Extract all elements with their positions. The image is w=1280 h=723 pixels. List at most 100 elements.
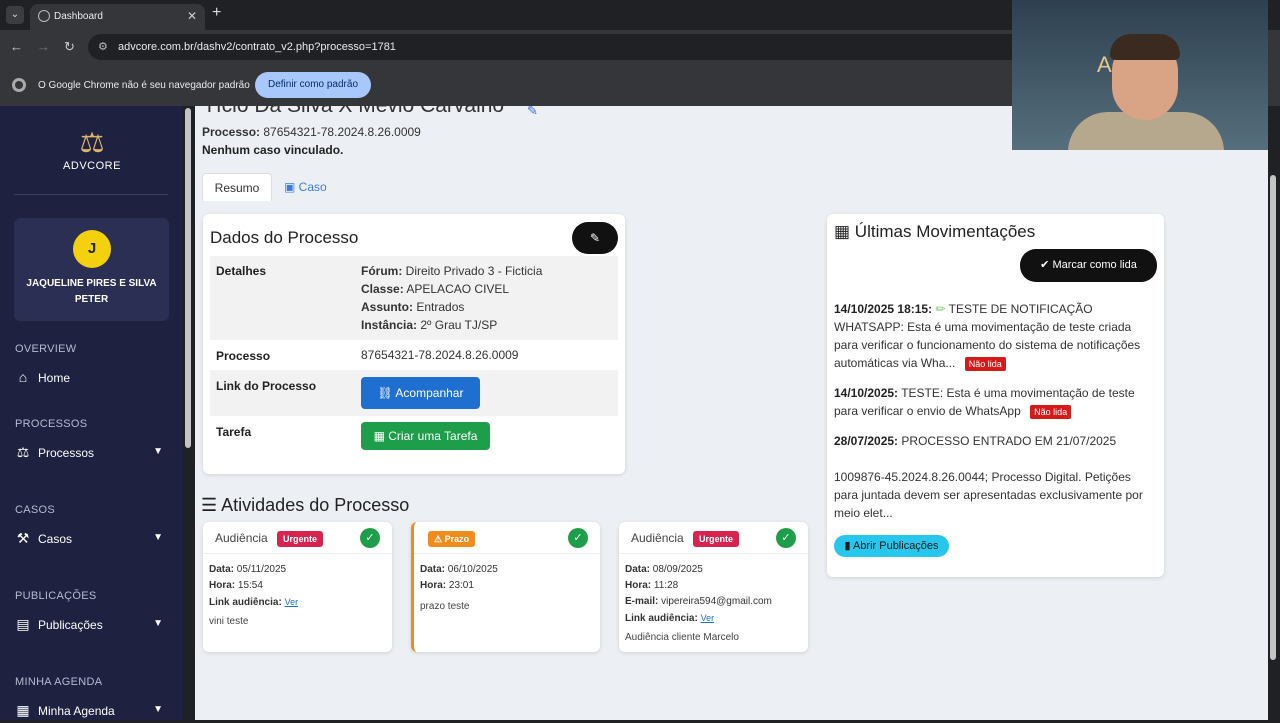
hora-value: 11:28 xyxy=(653,580,679,591)
check-icon[interactable]: ✓ xyxy=(360,528,380,548)
sidebar-item-casos[interactable]: ⚒ Casos ▼ xyxy=(14,527,169,551)
back-icon[interactable]: ← xyxy=(10,39,23,54)
section-agenda: MINHA AGENDA xyxy=(15,676,103,688)
row-processo: Processo 87654321-78.2024.8.26.0009 xyxy=(210,340,618,370)
main-scrollbar[interactable] xyxy=(1270,175,1276,660)
detalhes-value: Fórum: Direito Privado 3 - Ficticia Clas… xyxy=(361,262,542,334)
person-hair xyxy=(1110,34,1180,60)
sidebar-item-processos[interactable]: ⚖ Processos ▼ xyxy=(14,441,169,465)
atividade-header: ⚠ Prazo ✓ xyxy=(414,522,600,554)
sidebar-item-home[interactable]: ⌂ Home xyxy=(14,366,169,390)
user-card: J JAQUELINE PIRES E SILVA PETER xyxy=(14,218,169,321)
calendar-icon: ▦ xyxy=(834,222,855,241)
marcar-como-lida-button[interactable]: ✔ Marcar como lida xyxy=(1020,249,1157,282)
data-value: 05/11/2025 xyxy=(236,564,287,575)
atividade-note: vini teste xyxy=(209,616,249,627)
warning-icon: ⚠ xyxy=(434,534,445,544)
globe-icon xyxy=(38,10,50,22)
chevron-down-icon: ▼ xyxy=(153,532,163,543)
atividade-type: Audiência xyxy=(631,531,684,545)
email-label: E-mail: xyxy=(625,596,659,607)
pencil-icon: ✏ xyxy=(935,302,946,316)
edit-title-icon[interactable]: ✎ xyxy=(527,106,538,119)
atividade-type: Audiência xyxy=(215,531,268,545)
atividade-body: Data: 06/10/2025 Hora: 23:01 xyxy=(420,562,498,594)
atividade-body: Data: 08/09/2025 Hora: 11:28 E-mail: vip… xyxy=(625,562,772,627)
urgente-badge: Urgente xyxy=(277,531,324,547)
sidebar-item-label: Home xyxy=(38,371,71,385)
hora-label: Hora: xyxy=(420,580,447,591)
set-default-button[interactable]: Definir como padrão xyxy=(255,72,371,98)
check-icon[interactable]: ✓ xyxy=(568,528,588,548)
atividade-card[interactable]: ⚠ Prazo ✓ Data: 06/10/2025 Hora: 23:01 p… xyxy=(411,522,600,652)
sidebar-scrollbar[interactable] xyxy=(185,108,191,448)
forum-label: Fórum: xyxy=(361,264,403,278)
processo-line: Processo: 87654321-78.2024.8.26.0009 xyxy=(202,125,421,139)
tarefa-label: Tarefa xyxy=(216,425,252,439)
chrome-icon xyxy=(12,78,26,92)
data-label: Data: xyxy=(625,564,651,575)
page-title: Tício Da Silva X Mévio Carvalho xyxy=(203,106,504,118)
acompanhar-button[interactable]: ⛓ Acompanhar xyxy=(361,377,480,409)
assunto-label: Assunto: xyxy=(361,300,413,314)
data-value: 06/10/2025 xyxy=(447,564,498,575)
close-tab-icon[interactable]: ✕ xyxy=(187,9,197,23)
calendar-icon: ▦ xyxy=(16,702,30,718)
reload-icon[interactable]: ↻ xyxy=(64,39,75,55)
sidebar-item-agenda[interactable]: ▦ Minha Agenda ▼ xyxy=(14,699,169,723)
tab-caso[interactable]: ▣ Caso xyxy=(284,173,354,201)
avatar[interactable]: J xyxy=(73,230,111,268)
atividade-body: Data: 05/11/2025 Hora: 15:54 Link audiên… xyxy=(209,562,298,611)
site-info-icon[interactable]: ⚙ xyxy=(98,40,108,53)
ver-link[interactable]: Ver xyxy=(285,597,299,607)
ver-link[interactable]: Ver xyxy=(701,613,715,623)
new-tab-button[interactable]: + xyxy=(212,4,221,22)
detalhes-label: Detalhes xyxy=(216,264,267,278)
prazo-badge: ⚠ Prazo xyxy=(428,531,476,547)
instancia-value: 2º Grau TJ/SP xyxy=(420,318,498,332)
forum-value: Direito Privado 3 - Ficticia xyxy=(405,264,543,278)
atividade-header: Audiência Urgente ✓ xyxy=(203,522,392,554)
abrir-publicacoes-label: Abrir Publicações xyxy=(852,540,939,552)
atividade-note: Audiência cliente Marcelo xyxy=(625,632,739,643)
browser-tab[interactable]: Dashboard ✕ xyxy=(30,4,205,30)
book-icon: ▮ xyxy=(844,540,853,552)
list-check-icon: ☰ xyxy=(201,495,222,515)
logo-text: ADVCORE xyxy=(63,160,121,172)
chevron-down-icon: ▼ xyxy=(153,704,163,715)
abrir-publicacoes-button[interactable]: ▮ Abrir Publicações xyxy=(834,535,949,557)
sidebar-item-label: Publicações xyxy=(38,618,103,632)
atividade-card[interactable]: Audiência Urgente ✓ Data: 08/09/2025 Hor… xyxy=(619,522,808,652)
processo-row-value: 87654321-78.2024.8.26.0009 xyxy=(361,348,519,362)
movimentacao-item: 14/10/2025: TESTE: Esta é uma movimentaç… xyxy=(834,384,1154,420)
dados-processo-card: Dados do Processo ✎ Detalhes Fórum: Dire… xyxy=(203,214,625,474)
calendar-plus-icon: ▦ xyxy=(373,429,389,443)
mov-text: PROCESSO ENTRADO EM 21/07/2025 xyxy=(901,434,1117,448)
email-value: vipereira594@gmail.com xyxy=(661,596,772,607)
hora-label: Hora: xyxy=(209,580,236,591)
section-casos: CASOS xyxy=(15,504,56,516)
scales-icon: ⚖ xyxy=(16,444,30,460)
row-tarefa: Tarefa ▦ Criar uma Tarefa xyxy=(210,416,618,456)
briefcase-icon: ▣ xyxy=(284,180,299,194)
criar-tarefa-button[interactable]: ▦ Criar uma Tarefa xyxy=(361,422,490,450)
forward-icon[interactable]: → xyxy=(37,39,50,54)
advcore-logo[interactable]: ⚖ ADVCORE xyxy=(60,126,124,172)
edit-button[interactable]: ✎ xyxy=(572,222,618,254)
check-icon[interactable]: ✓ xyxy=(776,528,796,548)
sidebar-item-publicacoes[interactable]: ▤ Publicações ▼ xyxy=(14,613,169,637)
prazo-badge-label: Prazo xyxy=(444,534,470,544)
nao-lida-badge: Não lida xyxy=(1030,405,1072,419)
infobar-message: O Google Chrome não é seu navegador padr… xyxy=(38,80,250,91)
tab-search-button[interactable]: ⌄ xyxy=(6,6,24,24)
section-processos: PROCESSOS xyxy=(15,418,88,430)
address-bar[interactable]: ⚙ advcore.com.br/dashv2/contrato_v2.php?… xyxy=(88,34,1028,60)
tab-resumo[interactable]: Resumo xyxy=(202,173,272,201)
atividade-card[interactable]: Audiência Urgente ✓ Data: 05/11/2025 Hor… xyxy=(203,522,392,652)
url-text: advcore.com.br/dashv2/contrato_v2.php?pr… xyxy=(118,41,396,53)
tab-caso-label: Caso xyxy=(298,180,327,194)
sidebar-item-label: Casos xyxy=(38,532,73,546)
atividades-title-text: Atividades do Processo xyxy=(221,495,410,515)
check-circle-icon: ✔ xyxy=(1040,259,1053,271)
movimentacao-extra: 1009876-45.2024.8.26.0044; Processo Digi… xyxy=(834,470,1143,520)
